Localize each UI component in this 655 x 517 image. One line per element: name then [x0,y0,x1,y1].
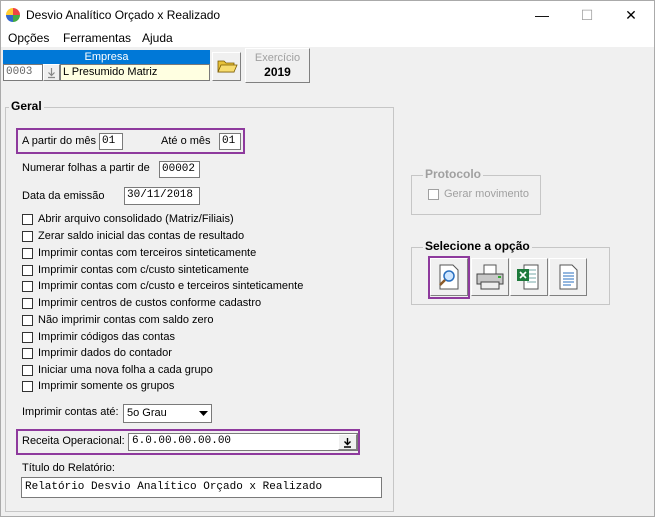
main-window: Desvio Analítico Orçado x Realizado — ☐ … [0,0,655,517]
print-until-value: 5o Grau [127,407,167,419]
menu-opcoes[interactable]: Opções [8,31,49,45]
checkbox[interactable] [22,231,33,242]
checkbox[interactable] [22,348,33,359]
option-label: Imprimir contas com c/custo sinteticamen… [38,264,249,276]
exercicio-label: Exercício [254,52,301,64]
text-export-button[interactable] [549,258,587,296]
empresa-name-field: L Presumido Matriz [60,64,210,81]
print-until-label: Imprimir contas até: [22,406,119,418]
print-until-dropdown-button[interactable] [195,405,211,422]
option-label: Imprimir códigos das contas [38,331,175,343]
empresa-lookup-button[interactable] [43,64,60,81]
option-label: Imprimir somente os grupos [38,380,175,392]
exercicio-box: Exercício 2019 [245,48,310,83]
folder-open-icon [217,60,238,73]
checkbox[interactable] [22,265,33,276]
printer-icon [476,264,504,290]
month-range-highlight [16,128,245,154]
close-button[interactable]: ✕ [608,1,654,29]
option-label: Imprimir dados do contador [38,347,172,359]
minimize-button[interactable]: — [519,1,565,29]
checkbox[interactable] [22,365,33,376]
option-label: Zerar saldo inicial das contas de result… [38,230,245,242]
menu-ferramentas[interactable]: Ferramentas [63,31,131,45]
menu-ajuda[interactable]: Ajuda [142,31,173,45]
emission-date-label: Data da emissão [22,190,105,202]
checkbox[interactable] [22,214,33,225]
option-label: Imprimir contas com c/custo e terceiros … [38,280,304,292]
number-pages-input[interactable]: 00002 [159,161,200,178]
option-label: Imprimir contas com terceiros sinteticam… [38,247,257,259]
report-title-input[interactable]: Relatório Desvio Analítico Orçado x Real… [21,477,382,498]
selecione-title: Selecione a opção [423,239,532,253]
print-button[interactable] [471,258,509,296]
empresa-header: Empresa [3,50,210,64]
excel-export-button[interactable] [510,258,548,296]
checkbox[interactable] [22,281,33,292]
option-label: Não imprimir contas com saldo zero [38,314,214,326]
excel-export-icon [517,264,539,290]
checkbox [428,189,439,200]
open-company-button[interactable] [212,52,241,81]
title-bar: Desvio Analítico Orçado x Realizado — ☐ … [1,1,654,29]
window-title: Desvio Analítico Orçado x Realizado [26,8,221,22]
preview-highlight [428,256,470,299]
exercicio-value: 2019 [264,65,291,79]
down-arrow-icon [48,68,55,79]
text-document-icon [559,264,578,290]
option-label: Iniciar uma nova folha a cada grupo [38,364,213,376]
maximize-button: ☐ [580,7,594,23]
geral-title: Geral [9,99,44,113]
report-title-label: Título do Relatório: [22,462,115,474]
checkbox[interactable] [22,381,33,392]
emission-date-input[interactable]: 30/11/2018 [124,187,200,205]
app-icon [6,8,20,22]
receita-highlight [16,429,360,455]
checkbox[interactable] [22,298,33,309]
menu-bar: Opções Ferramentas Ajuda [1,29,654,47]
checkbox[interactable] [22,315,33,326]
option-label: Imprimir centros de custos conforme cada… [38,297,262,309]
option-label: Gerar movimento [444,188,529,200]
checkbox[interactable] [22,248,33,259]
empresa-code-input[interactable]: 0003 [3,64,43,81]
number-pages-label: Numerar folhas a partir de [22,162,150,174]
chevron-down-icon [198,410,208,416]
checkbox[interactable] [22,332,33,343]
option-label: Abrir arquivo consolidado (Matriz/Filiai… [38,213,234,225]
protocolo-title: Protocolo [423,167,483,181]
